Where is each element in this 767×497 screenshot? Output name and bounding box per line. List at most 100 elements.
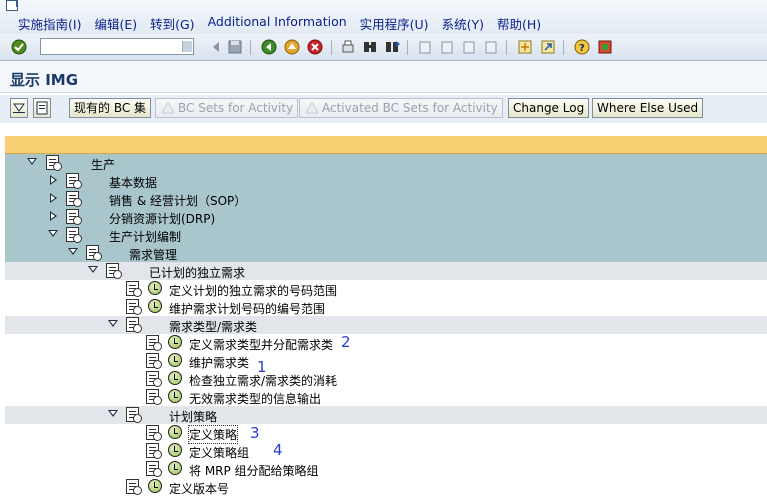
menu-goto[interactable]: 转到(G) <box>150 14 194 33</box>
command-dropdown-icon[interactable] <box>182 41 192 52</box>
tree-activity-requirements-plan-number-range[interactable]: 维护需求计划号码的编号范围 <box>5 298 767 316</box>
existing-bc-sets-button[interactable]: 现有的 BC 集 <box>69 98 152 118</box>
tree-node-label[interactable]: 销售 & 经营计划（SOP） <box>109 192 246 209</box>
documentation-icon[interactable] <box>146 461 162 477</box>
back-arrow-small-icon[interactable] <box>208 38 226 56</box>
tree-node-label[interactable]: 定义策略组 <box>189 444 249 461</box>
execute-activity-icon[interactable] <box>168 353 182 367</box>
shortcut-icon[interactable] <box>539 38 557 56</box>
change-log-button[interactable]: Change Log <box>508 98 590 118</box>
print-icon[interactable] <box>339 38 357 56</box>
tree-node-master-data[interactable]: 基本数据 <box>5 172 767 190</box>
collapse-icon[interactable] <box>27 158 37 165</box>
execute-activity-icon[interactable] <box>168 461 182 475</box>
where-else-used-button[interactable]: Where Else Used <box>592 98 704 118</box>
tree-node-label[interactable]: 定义计划的独立需求的号码范围 <box>169 282 337 299</box>
next-page-icon[interactable] <box>460 38 478 56</box>
tree-activity-define-version-number[interactable]: 定义版本号 <box>5 478 767 496</box>
tree-node-planning-strategy[interactable]: 计划策略 <box>5 406 767 424</box>
tree-node-label[interactable]: 维护需求类 <box>189 354 249 371</box>
tree-node-demand-management[interactable]: 需求管理 <box>5 244 767 262</box>
find-icon[interactable] <box>361 38 379 56</box>
system-menu-icon[interactable] <box>6 0 18 11</box>
tree-node-label[interactable]: 需求类型/需求类 <box>169 318 257 335</box>
activated-bc-sets-button[interactable]: Activated BC Sets for Activity <box>299 98 503 118</box>
help-icon[interactable]: ? <box>573 38 591 56</box>
tree-node-label[interactable]: 将 MRP 组分配给策略组 <box>189 462 319 479</box>
menu-edit[interactable]: 编辑(E) <box>94 14 137 33</box>
exit-icon[interactable] <box>283 38 301 56</box>
expand-icon[interactable] <box>50 211 57 221</box>
documentation-icon[interactable] <box>146 335 162 351</box>
execute-activity-icon[interactable] <box>168 371 182 385</box>
tree-node-label-selected[interactable]: 定义策略 <box>187 425 239 444</box>
documentation-icon[interactable] <box>146 443 162 459</box>
tree-node-label[interactable]: 需求管理 <box>129 246 177 263</box>
tree-node-drp[interactable]: 分销资源计划(DRP) <box>5 208 767 226</box>
select-node-icon[interactable] <box>33 98 51 118</box>
create-session-icon[interactable] <box>516 38 534 56</box>
collapse-icon[interactable] <box>68 248 78 255</box>
command-field[interactable] <box>40 38 194 55</box>
execute-activity-icon[interactable] <box>168 335 182 349</box>
tree-node-label[interactable]: 维护需求计划号码的编号范围 <box>169 300 325 317</box>
tree-node-label[interactable]: 分销资源计划(DRP) <box>109 210 215 227</box>
tree-node-planned-independent-requirements[interactable]: 已计划的独立需求 <box>5 262 767 280</box>
last-page-icon[interactable] <box>482 38 500 56</box>
tree-activity-define-requirements-types[interactable]: 定义需求类型并分配需求类 <box>5 334 767 352</box>
collapse-icon[interactable] <box>48 230 58 237</box>
tree-node-production[interactable]: 生产 <box>5 154 767 172</box>
tree-node-label[interactable]: 生产计划编制 <box>109 228 181 245</box>
tree-node-label[interactable]: 已计划的独立需求 <box>149 264 245 281</box>
tree-node-production-planning[interactable]: 生产计划编制 <box>5 226 767 244</box>
expand-icon[interactable] <box>50 175 57 185</box>
tree-activity-invalid-requirements-type-messages[interactable]: 无效需求类型的信息输出 <box>5 388 767 406</box>
documentation-icon[interactable] <box>126 299 142 315</box>
back-icon[interactable] <box>260 38 278 56</box>
enter-check-icon[interactable] <box>10 38 28 56</box>
execute-activity-icon[interactable] <box>168 389 182 403</box>
tree-activity-assign-mrp-group[interactable]: 将 MRP 组分配给策略组 <box>5 460 767 478</box>
tree-node-label[interactable]: 计划策略 <box>169 408 217 425</box>
tree-node-sop[interactable]: 销售 & 经营计划（SOP） <box>5 190 767 208</box>
tree-activity-pir-number-range[interactable]: 定义计划的独立需求的号码范围 <box>5 280 767 298</box>
documentation-icon[interactable] <box>146 389 162 405</box>
menu-help[interactable]: 帮助(H) <box>497 14 541 33</box>
customize-layout-icon[interactable] <box>596 38 614 56</box>
first-page-icon[interactable] <box>416 38 434 56</box>
bc-sets-for-activity-button[interactable]: BC Sets for Activity <box>155 98 299 118</box>
execute-activity-icon[interactable] <box>148 281 162 295</box>
tree-activity-define-strategy[interactable]: 定义策略 <box>5 424 767 444</box>
collapse-icon[interactable] <box>108 410 118 417</box>
save-icon[interactable] <box>226 38 244 56</box>
tree-node-label[interactable]: 基本数据 <box>109 174 157 191</box>
tree-node-label[interactable]: 定义需求类型并分配需求类 <box>189 336 333 353</box>
documentation-icon[interactable] <box>146 353 162 369</box>
tree-node-label[interactable]: 生产 <box>91 156 115 173</box>
execute-activity-icon[interactable] <box>148 299 162 313</box>
menu-system[interactable]: 系统(Y) <box>442 14 484 33</box>
execute-activity-icon[interactable] <box>168 443 182 457</box>
find-next-icon[interactable] <box>383 38 401 56</box>
cancel-icon[interactable] <box>306 38 324 56</box>
tree-activity-define-strategy-group[interactable]: 定义策略组 <box>5 442 767 460</box>
previous-page-icon[interactable] <box>438 38 456 56</box>
expand-subtree-icon[interactable] <box>10 98 28 118</box>
expand-icon[interactable] <box>50 193 57 203</box>
menu-additional-information[interactable]: Additional Information <box>208 14 347 33</box>
documentation-icon[interactable] <box>126 281 142 297</box>
documentation-icon[interactable] <box>146 425 162 441</box>
menu-implementation-guide[interactable]: 实施指南(I) <box>18 14 81 33</box>
documentation-icon[interactable] <box>146 371 162 387</box>
tree-activity-maintain-requirements-classes[interactable]: 维护需求类 <box>5 352 767 370</box>
execute-activity-icon[interactable] <box>148 479 162 493</box>
tree-node-label[interactable]: 定义版本号 <box>169 480 229 497</box>
tree-activity-check-consumption[interactable]: 检查独立需求/需求类的消耗 <box>5 370 767 388</box>
collapse-icon[interactable] <box>108 320 118 327</box>
menu-utilities[interactable]: 实用程序(U) <box>360 14 429 33</box>
tree-node-requirements-types-classes[interactable]: 需求类型/需求类 <box>5 316 767 334</box>
execute-activity-icon[interactable] <box>168 425 182 439</box>
collapse-icon[interactable] <box>88 266 98 273</box>
documentation-icon[interactable] <box>126 479 142 495</box>
tree-node-label[interactable]: 无效需求类型的信息输出 <box>189 390 321 407</box>
